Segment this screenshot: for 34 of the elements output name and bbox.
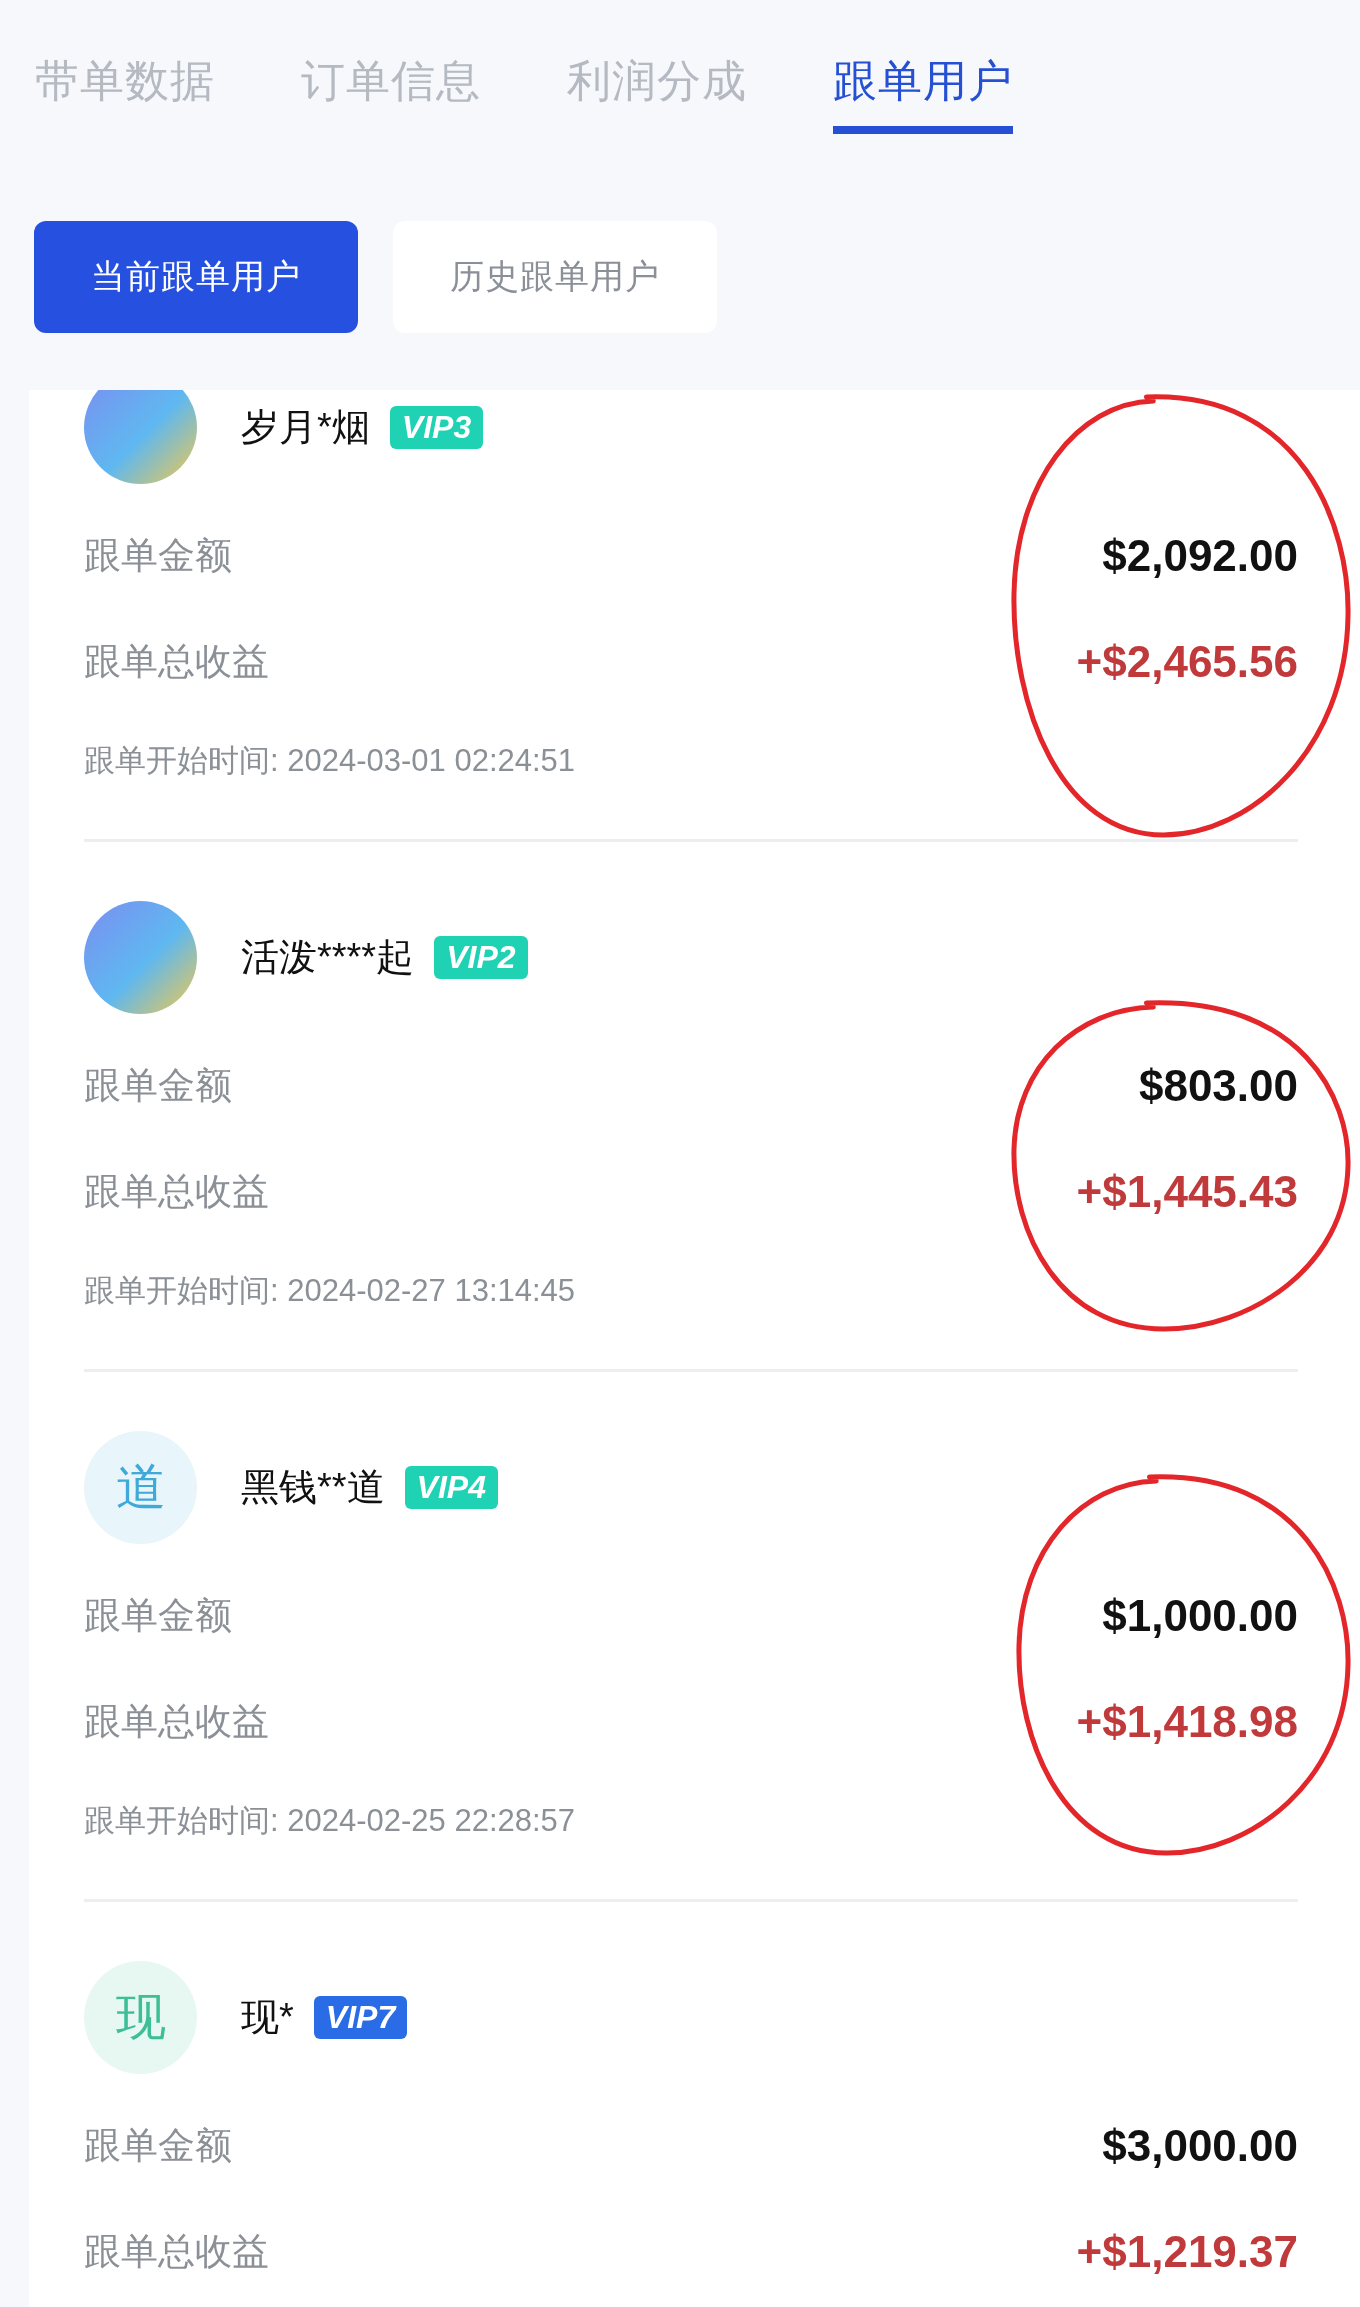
segment-button[interactable]: 历史跟单用户: [393, 221, 717, 333]
vip-badge: VIP2: [434, 936, 528, 979]
user-name: 现*: [241, 1995, 294, 2040]
start-time: 跟单开始时间: 2024-02-25 22:28:57: [84, 1802, 577, 1840]
income-label: 跟单总收益: [84, 1700, 269, 1744]
tab[interactable]: 带单数据: [35, 52, 215, 130]
user-name: 活泼****起: [241, 935, 415, 980]
start-time: 跟单开始时间: 2024-03-01 02:24:51: [84, 742, 577, 780]
income-value: +$1,445.43: [1076, 1167, 1298, 1217]
income-label: 跟单总收益: [84, 640, 269, 684]
amount-value: $803.00: [1138, 1061, 1298, 1111]
income-label: 跟单总收益: [84, 1170, 269, 1214]
income-label: 跟单总收益: [84, 2230, 269, 2274]
avatar: 道: [84, 1431, 197, 1544]
vip-badge: VIP4: [404, 1466, 498, 1509]
amount-label: 跟单金额: [84, 2124, 232, 2168]
tab[interactable]: 订单信息: [301, 52, 481, 130]
avatar: 现: [84, 1961, 197, 2074]
income-value: +$2,465.56: [1076, 637, 1298, 687]
amount-value: $3,000.00: [1102, 2121, 1298, 2171]
amount-label: 跟单金额: [84, 534, 232, 578]
vip-badge: VIP7: [313, 1996, 408, 2039]
amount-label: 跟单金额: [84, 1594, 232, 1638]
user-name: 黑钱**道: [241, 1465, 385, 1510]
amount-value: $1,000.00: [1102, 1591, 1298, 1641]
user-name: 岁月*烟: [241, 405, 370, 450]
vip-badge: VIP3: [389, 406, 484, 449]
income-value: +$1,219.37: [1076, 2227, 1298, 2277]
amount-value: $2,092.00: [1102, 531, 1298, 581]
segment-button[interactable]: 当前跟单用户: [34, 221, 358, 333]
start-time: 跟单开始时间: 2024-02-27 13:14:45: [84, 1272, 577, 1310]
amount-label: 跟单金额: [84, 1064, 232, 1108]
income-value: +$1,418.98: [1076, 1697, 1298, 1747]
tab[interactable]: 利润分成: [567, 52, 747, 130]
